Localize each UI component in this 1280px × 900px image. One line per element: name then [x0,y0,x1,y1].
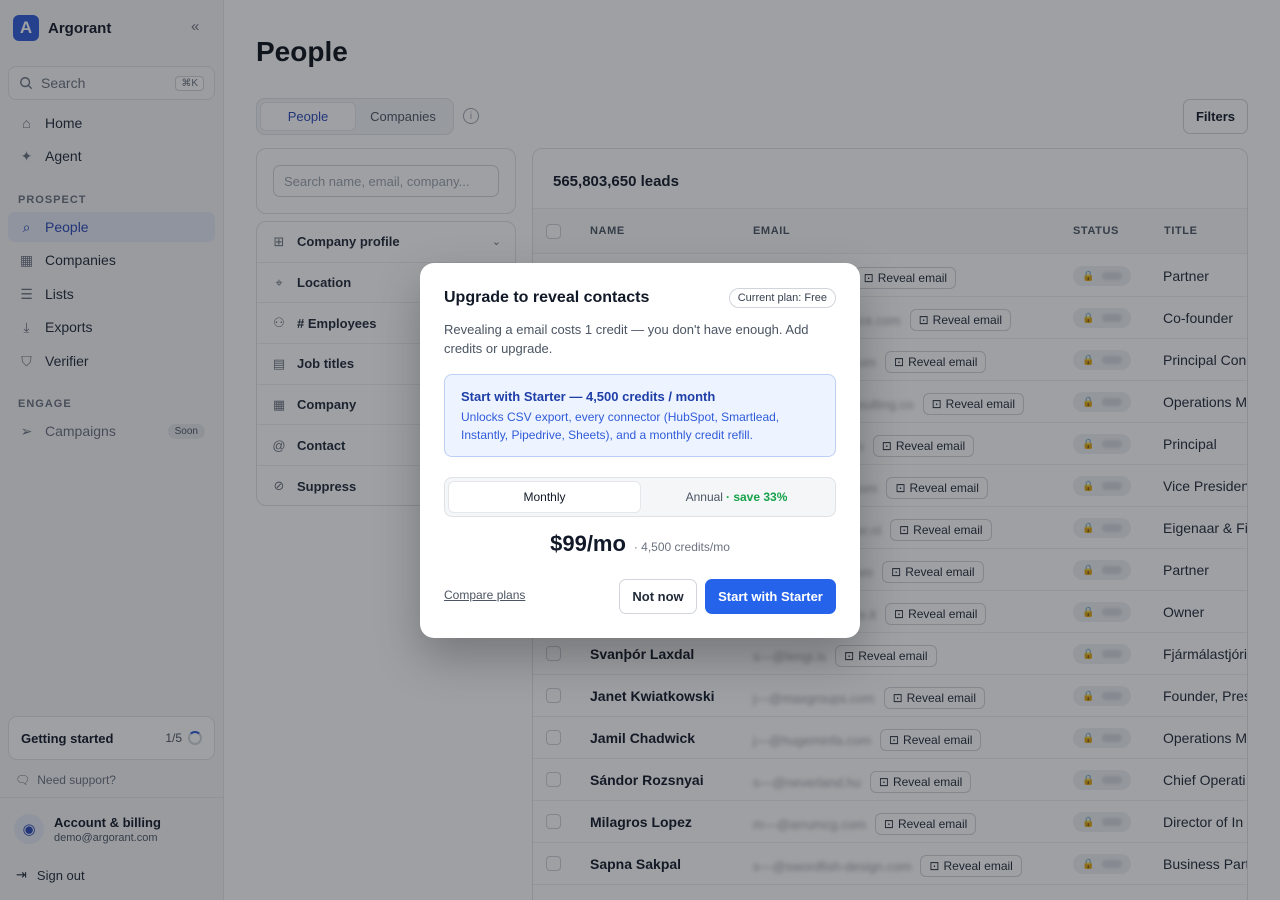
starter-title: Start with Starter — 4,500 credits / mon… [461,389,716,404]
modal-title: Upgrade to reveal contacts [444,289,650,306]
not-now-button[interactable]: Not now [619,579,697,614]
price: $99/mo [550,531,626,556]
upgrade-modal: Upgrade to reveal contacts Current plan:… [420,263,860,638]
annual-label: Annual [685,490,723,504]
starter-plan-box: Start with Starter — 4,500 credits / mon… [444,374,836,457]
billing-monthly[interactable]: Monthly [448,481,641,513]
compare-plans-link[interactable]: Compare plans [444,588,525,602]
billing-annual[interactable]: Annual · save 33% [641,481,832,513]
price-line: $99/mo · 4,500 credits/mo [420,531,860,557]
current-plan-badge: Current plan: Free [728,288,836,308]
modal-description: Revealing a email costs 1 credit — you d… [444,322,809,356]
starter-description: Unlocks CSV export, every connector (Hub… [461,410,780,442]
start-with-starter-button[interactable]: Start with Starter [705,579,836,614]
price-credits: · 4,500 credits/mo [633,540,730,554]
annual-save-label: · save 33% [725,490,788,504]
billing-period-toggle: Monthly Annual · save 33% [444,477,836,517]
